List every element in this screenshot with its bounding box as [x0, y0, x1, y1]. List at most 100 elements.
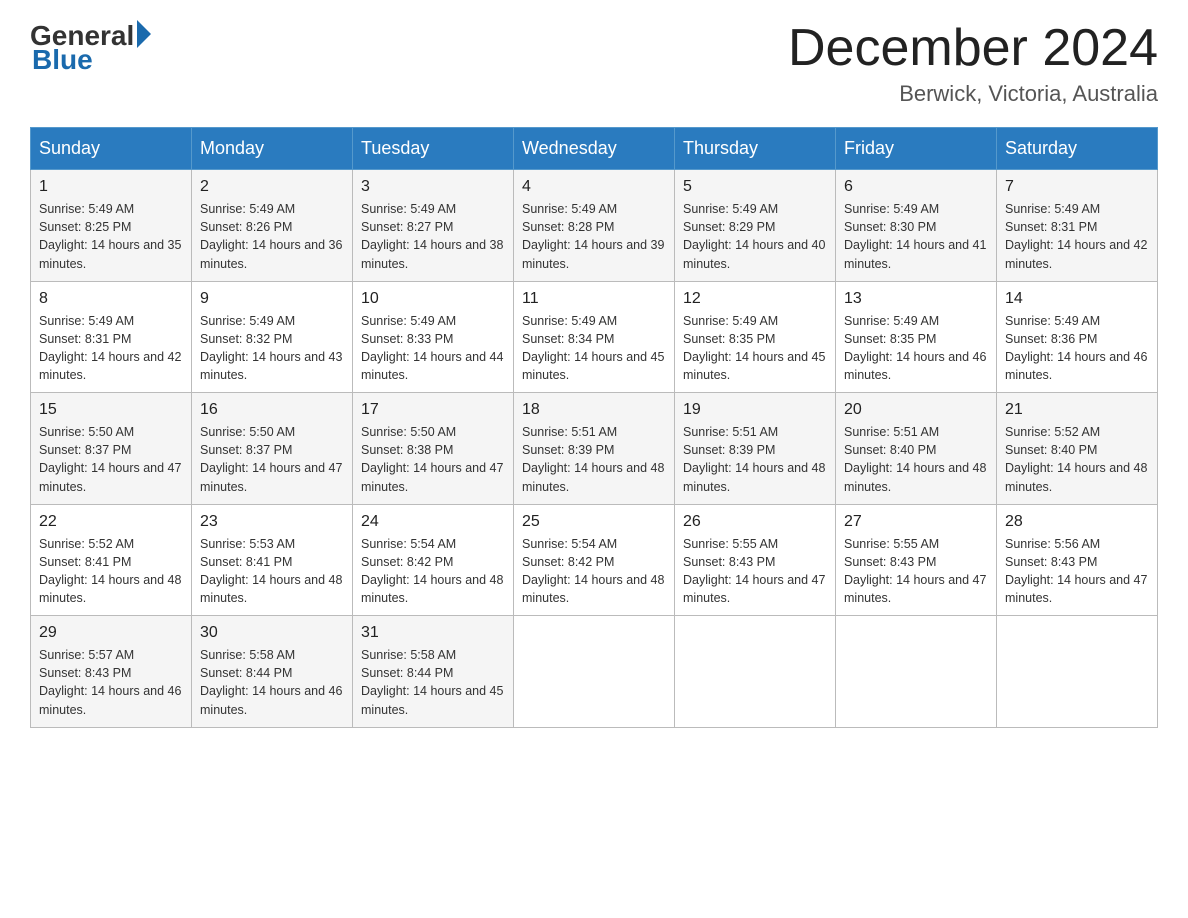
calendar-day-cell: 18 Sunrise: 5:51 AM Sunset: 8:39 PM Dayl…	[514, 393, 675, 505]
day-info: Sunrise: 5:58 AM Sunset: 8:44 PM Dayligh…	[361, 646, 505, 719]
calendar-day-cell: 23 Sunrise: 5:53 AM Sunset: 8:41 PM Dayl…	[192, 504, 353, 616]
calendar-day-cell: 31 Sunrise: 5:58 AM Sunset: 8:44 PM Dayl…	[353, 616, 514, 728]
calendar-day-cell: 13 Sunrise: 5:49 AM Sunset: 8:35 PM Dayl…	[836, 281, 997, 393]
day-number: 25	[522, 513, 666, 531]
page-header: General Blue December 2024 Berwick, Vict…	[30, 20, 1158, 107]
title-section: December 2024 Berwick, Victoria, Austral…	[788, 20, 1158, 107]
calendar-day-cell: 11 Sunrise: 5:49 AM Sunset: 8:34 PM Dayl…	[514, 281, 675, 393]
logo-blue-text: Blue	[32, 44, 93, 76]
day-number: 6	[844, 178, 988, 196]
calendar-day-cell: 9 Sunrise: 5:49 AM Sunset: 8:32 PM Dayli…	[192, 281, 353, 393]
day-info: Sunrise: 5:49 AM Sunset: 8:25 PM Dayligh…	[39, 200, 183, 273]
day-number: 19	[683, 401, 827, 419]
calendar-day-cell: 22 Sunrise: 5:52 AM Sunset: 8:41 PM Dayl…	[31, 504, 192, 616]
day-number: 29	[39, 624, 183, 642]
day-number: 7	[1005, 178, 1149, 196]
day-info: Sunrise: 5:51 AM Sunset: 8:40 PM Dayligh…	[844, 423, 988, 496]
day-number: 15	[39, 401, 183, 419]
calendar-day-cell: 17 Sunrise: 5:50 AM Sunset: 8:38 PM Dayl…	[353, 393, 514, 505]
day-number: 17	[361, 401, 505, 419]
day-number: 9	[200, 290, 344, 308]
logo-triangle-icon	[137, 20, 151, 48]
calendar-day-cell: 30 Sunrise: 5:58 AM Sunset: 8:44 PM Dayl…	[192, 616, 353, 728]
day-info: Sunrise: 5:50 AM Sunset: 8:38 PM Dayligh…	[361, 423, 505, 496]
day-number: 23	[200, 513, 344, 531]
day-info: Sunrise: 5:49 AM Sunset: 8:36 PM Dayligh…	[1005, 312, 1149, 385]
day-number: 24	[361, 513, 505, 531]
day-info: Sunrise: 5:56 AM Sunset: 8:43 PM Dayligh…	[1005, 535, 1149, 608]
day-number: 5	[683, 178, 827, 196]
day-info: Sunrise: 5:58 AM Sunset: 8:44 PM Dayligh…	[200, 646, 344, 719]
calendar-day-cell: 26 Sunrise: 5:55 AM Sunset: 8:43 PM Dayl…	[675, 504, 836, 616]
calendar-week-2: 8 Sunrise: 5:49 AM Sunset: 8:31 PM Dayli…	[31, 281, 1158, 393]
day-number: 28	[1005, 513, 1149, 531]
day-number: 16	[200, 401, 344, 419]
calendar-day-cell: 10 Sunrise: 5:49 AM Sunset: 8:33 PM Dayl…	[353, 281, 514, 393]
calendar-day-cell: 21 Sunrise: 5:52 AM Sunset: 8:40 PM Dayl…	[997, 393, 1158, 505]
day-info: Sunrise: 5:49 AM Sunset: 8:33 PM Dayligh…	[361, 312, 505, 385]
calendar-day-cell: 12 Sunrise: 5:49 AM Sunset: 8:35 PM Dayl…	[675, 281, 836, 393]
logo: General Blue	[30, 20, 151, 76]
location-text: Berwick, Victoria, Australia	[788, 81, 1158, 107]
day-number: 26	[683, 513, 827, 531]
day-number: 21	[1005, 401, 1149, 419]
calendar-day-cell	[997, 616, 1158, 728]
calendar-header-row: Sunday Monday Tuesday Wednesday Thursday…	[31, 128, 1158, 170]
day-info: Sunrise: 5:49 AM Sunset: 8:31 PM Dayligh…	[39, 312, 183, 385]
day-info: Sunrise: 5:50 AM Sunset: 8:37 PM Dayligh…	[39, 423, 183, 496]
calendar-day-cell	[675, 616, 836, 728]
calendar-day-cell: 8 Sunrise: 5:49 AM Sunset: 8:31 PM Dayli…	[31, 281, 192, 393]
col-wednesday: Wednesday	[514, 128, 675, 170]
calendar-table: Sunday Monday Tuesday Wednesday Thursday…	[30, 127, 1158, 728]
day-number: 11	[522, 290, 666, 308]
calendar-day-cell: 25 Sunrise: 5:54 AM Sunset: 8:42 PM Dayl…	[514, 504, 675, 616]
day-info: Sunrise: 5:51 AM Sunset: 8:39 PM Dayligh…	[683, 423, 827, 496]
col-sunday: Sunday	[31, 128, 192, 170]
calendar-day-cell: 29 Sunrise: 5:57 AM Sunset: 8:43 PM Dayl…	[31, 616, 192, 728]
day-info: Sunrise: 5:57 AM Sunset: 8:43 PM Dayligh…	[39, 646, 183, 719]
day-number: 3	[361, 178, 505, 196]
day-info: Sunrise: 5:49 AM Sunset: 8:35 PM Dayligh…	[844, 312, 988, 385]
day-info: Sunrise: 5:54 AM Sunset: 8:42 PM Dayligh…	[361, 535, 505, 608]
day-number: 10	[361, 290, 505, 308]
calendar-day-cell: 24 Sunrise: 5:54 AM Sunset: 8:42 PM Dayl…	[353, 504, 514, 616]
day-info: Sunrise: 5:49 AM Sunset: 8:31 PM Dayligh…	[1005, 200, 1149, 273]
day-number: 1	[39, 178, 183, 196]
day-info: Sunrise: 5:49 AM Sunset: 8:30 PM Dayligh…	[844, 200, 988, 273]
calendar-day-cell	[836, 616, 997, 728]
calendar-week-1: 1 Sunrise: 5:49 AM Sunset: 8:25 PM Dayli…	[31, 170, 1158, 282]
calendar-day-cell: 14 Sunrise: 5:49 AM Sunset: 8:36 PM Dayl…	[997, 281, 1158, 393]
col-saturday: Saturday	[997, 128, 1158, 170]
day-number: 18	[522, 401, 666, 419]
day-info: Sunrise: 5:49 AM Sunset: 8:26 PM Dayligh…	[200, 200, 344, 273]
day-number: 13	[844, 290, 988, 308]
calendar-day-cell: 16 Sunrise: 5:50 AM Sunset: 8:37 PM Dayl…	[192, 393, 353, 505]
col-monday: Monday	[192, 128, 353, 170]
calendar-day-cell: 6 Sunrise: 5:49 AM Sunset: 8:30 PM Dayli…	[836, 170, 997, 282]
day-number: 2	[200, 178, 344, 196]
calendar-day-cell: 20 Sunrise: 5:51 AM Sunset: 8:40 PM Dayl…	[836, 393, 997, 505]
day-number: 31	[361, 624, 505, 642]
calendar-day-cell: 7 Sunrise: 5:49 AM Sunset: 8:31 PM Dayli…	[997, 170, 1158, 282]
calendar-day-cell: 28 Sunrise: 5:56 AM Sunset: 8:43 PM Dayl…	[997, 504, 1158, 616]
day-number: 27	[844, 513, 988, 531]
calendar-week-4: 22 Sunrise: 5:52 AM Sunset: 8:41 PM Dayl…	[31, 504, 1158, 616]
day-info: Sunrise: 5:54 AM Sunset: 8:42 PM Dayligh…	[522, 535, 666, 608]
day-number: 22	[39, 513, 183, 531]
day-info: Sunrise: 5:49 AM Sunset: 8:32 PM Dayligh…	[200, 312, 344, 385]
calendar-day-cell: 4 Sunrise: 5:49 AM Sunset: 8:28 PM Dayli…	[514, 170, 675, 282]
day-number: 12	[683, 290, 827, 308]
day-number: 30	[200, 624, 344, 642]
day-info: Sunrise: 5:53 AM Sunset: 8:41 PM Dayligh…	[200, 535, 344, 608]
col-tuesday: Tuesday	[353, 128, 514, 170]
calendar-week-3: 15 Sunrise: 5:50 AM Sunset: 8:37 PM Dayl…	[31, 393, 1158, 505]
calendar-day-cell: 1 Sunrise: 5:49 AM Sunset: 8:25 PM Dayli…	[31, 170, 192, 282]
calendar-week-5: 29 Sunrise: 5:57 AM Sunset: 8:43 PM Dayl…	[31, 616, 1158, 728]
day-info: Sunrise: 5:49 AM Sunset: 8:29 PM Dayligh…	[683, 200, 827, 273]
day-number: 14	[1005, 290, 1149, 308]
month-title: December 2024	[788, 20, 1158, 77]
calendar-day-cell: 15 Sunrise: 5:50 AM Sunset: 8:37 PM Dayl…	[31, 393, 192, 505]
day-info: Sunrise: 5:49 AM Sunset: 8:34 PM Dayligh…	[522, 312, 666, 385]
calendar-day-cell: 2 Sunrise: 5:49 AM Sunset: 8:26 PM Dayli…	[192, 170, 353, 282]
calendar-day-cell: 3 Sunrise: 5:49 AM Sunset: 8:27 PM Dayli…	[353, 170, 514, 282]
